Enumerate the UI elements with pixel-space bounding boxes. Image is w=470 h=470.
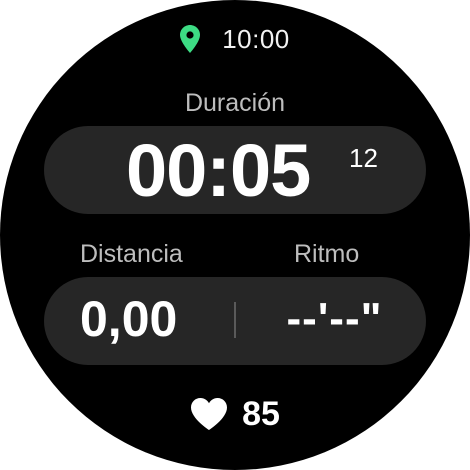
pace-label: Ritmo — [294, 240, 360, 268]
duration-main-value: 00:05 — [126, 129, 311, 212]
pace-value: --'--" — [286, 294, 383, 343]
watch-face: 10:00 Duración 00:05 12 Distancia Ritmo … — [0, 0, 470, 470]
heart-rate: 85 — [0, 392, 470, 436]
duration-seconds-fraction: 12 — [349, 143, 378, 173]
stats-divider — [234, 302, 236, 338]
distance-label: Distancia — [80, 240, 183, 268]
duration-label: Duración — [184, 89, 286, 117]
distance-value: 0,00 — [80, 291, 178, 347]
location-pin-icon — [180, 25, 201, 53]
clock-time: 10:00 — [222, 23, 290, 54]
status-bar: 10:00 — [0, 22, 470, 56]
heart-rate-value: 85 — [242, 394, 280, 433]
heart-icon — [191, 398, 228, 430]
